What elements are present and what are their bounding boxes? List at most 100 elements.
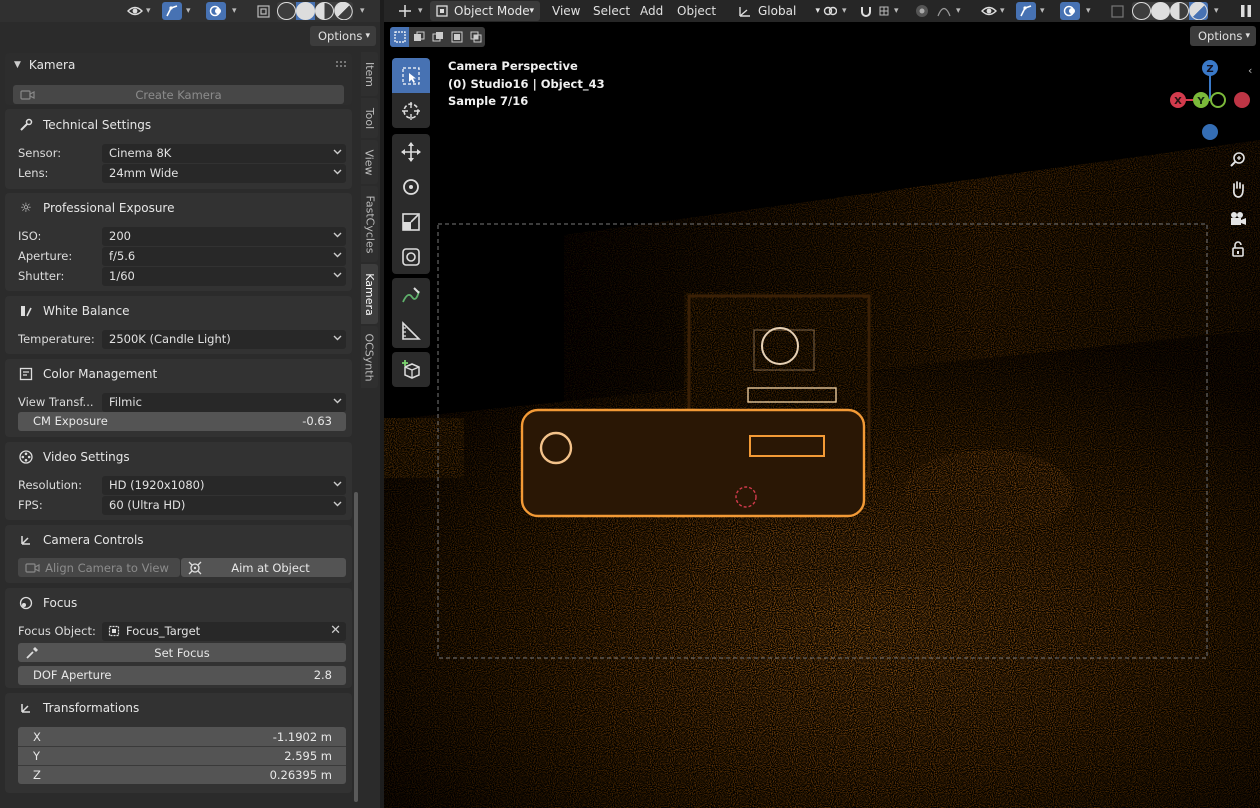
gizmo-neg-x-ball[interactable] bbox=[1234, 92, 1250, 108]
falloff-curve-icon[interactable] bbox=[934, 2, 954, 20]
orientation-dropdown[interactable]: Global ▾ bbox=[734, 1, 822, 21]
professional-exposure-header[interactable]: ☼ Professional Exposure bbox=[5, 196, 352, 220]
chevron-down-icon[interactable]: ▾ bbox=[956, 2, 966, 20]
measure-tool-icon[interactable] bbox=[392, 313, 430, 348]
location-x-field[interactable]: X -1.1902 m bbox=[18, 727, 346, 746]
camera-controls-header[interactable]: Camera Controls bbox=[5, 528, 352, 552]
menu-select[interactable]: Select bbox=[593, 2, 630, 20]
sensor-dropdown[interactable]: Cinema 8K bbox=[102, 143, 346, 163]
transformations-header[interactable]: Transformations bbox=[5, 696, 352, 720]
chevron-down-icon[interactable]: ▾ bbox=[1214, 2, 1224, 20]
overlays-icon[interactable] bbox=[1060, 2, 1080, 20]
solid-shading-icon[interactable] bbox=[296, 2, 315, 20]
pivot-point-icon[interactable] bbox=[820, 2, 840, 20]
select-box-tool-icon[interactable] bbox=[392, 58, 430, 93]
resolution-dropdown[interactable]: HD (1920x1080) bbox=[102, 475, 346, 495]
transform-tool-icon[interactable] bbox=[394, 2, 416, 20]
add-cube-tool-icon[interactable] bbox=[392, 352, 430, 387]
mode-dropdown[interactable]: Object Mode ▾ bbox=[430, 1, 540, 21]
sidebar-toggle-chevron-icon[interactable]: ‹ bbox=[1248, 64, 1258, 78]
shutter-dropdown[interactable]: 1/60 bbox=[102, 266, 346, 286]
focus-object-field[interactable]: Focus_Target ✕ bbox=[102, 621, 346, 641]
cursor-tool-icon[interactable] bbox=[392, 93, 430, 128]
sidebar-scrollbar[interactable] bbox=[354, 492, 358, 802]
aperture-dropdown[interactable]: f/5.6 bbox=[102, 246, 346, 266]
lock-icon[interactable] bbox=[1226, 234, 1250, 264]
visibility-icon[interactable] bbox=[980, 2, 998, 20]
navigation-gizmo[interactable]: Z X Y bbox=[1168, 58, 1254, 144]
location-z-field[interactable]: Z 0.26395 m bbox=[18, 765, 346, 784]
gizmo-toggle-icon[interactable] bbox=[162, 2, 182, 20]
material-shading-icon[interactable] bbox=[315, 2, 334, 20]
overlays-icon[interactable] bbox=[206, 2, 226, 20]
chevron-down-icon[interactable]: ▾ bbox=[360, 2, 370, 20]
lens-dropdown[interactable]: 24mm Wide bbox=[102, 163, 346, 183]
chevron-down-icon[interactable]: ▾ bbox=[186, 2, 196, 20]
select-invert-icon[interactable] bbox=[447, 27, 466, 47]
tab-tool[interactable]: Tool bbox=[361, 98, 378, 138]
annotate-tool-icon[interactable] bbox=[392, 278, 430, 313]
drag-handle-icon[interactable] bbox=[336, 61, 346, 67]
rendered-shading-icon[interactable] bbox=[1185, 2, 1208, 20]
aim-at-object-button[interactable]: Aim at Object bbox=[181, 558, 346, 577]
clear-icon[interactable]: ✕ bbox=[330, 623, 341, 638]
tab-view[interactable]: View bbox=[361, 140, 378, 184]
proportional-editing-icon[interactable] bbox=[912, 2, 932, 20]
cm-exposure-slider[interactable]: CM Exposure -0.63 bbox=[18, 411, 346, 431]
chevron-down-icon[interactable]: ▾ bbox=[1000, 2, 1010, 20]
gizmo-toggle-icon[interactable] bbox=[1016, 2, 1036, 20]
tab-fastcycles[interactable]: FastCycles bbox=[361, 186, 378, 262]
chevron-down-icon[interactable]: ▾ bbox=[1086, 2, 1096, 20]
tab-item[interactable]: Item bbox=[361, 52, 378, 96]
gizmo-neg-y-ball[interactable] bbox=[1210, 92, 1226, 108]
snap-icon[interactable] bbox=[856, 2, 876, 20]
options-dropdown[interactable]: Options ▾ bbox=[1190, 26, 1256, 46]
select-new-icon[interactable] bbox=[390, 27, 409, 47]
chevron-down-icon[interactable]: ▾ bbox=[1040, 2, 1050, 20]
menu-view[interactable]: View bbox=[552, 2, 580, 20]
create-kamera-button[interactable]: Create Kamera bbox=[13, 85, 344, 104]
scale-tool-icon[interactable] bbox=[392, 204, 430, 239]
gizmo-neg-z-ball[interactable] bbox=[1202, 124, 1218, 140]
zoom-icon[interactable] bbox=[1226, 144, 1250, 174]
pause-render-icon[interactable] bbox=[1236, 2, 1256, 20]
options-dropdown[interactable]: Options ▾ bbox=[310, 26, 376, 46]
snap-target-icon[interactable] bbox=[876, 2, 892, 20]
chevron-down-icon[interactable]: ▾ bbox=[232, 2, 242, 20]
video-settings-header[interactable]: Video Settings bbox=[5, 445, 352, 469]
view-transform-dropdown[interactable]: Filmic bbox=[102, 392, 346, 412]
color-management-header[interactable]: Color Management bbox=[5, 362, 352, 386]
select-subtract-icon[interactable] bbox=[428, 27, 447, 47]
transform-tool-icon[interactable] bbox=[392, 239, 430, 274]
focus-header[interactable]: Focus bbox=[5, 591, 352, 615]
3d-viewport[interactable]: ▾ Object Mode ▾ View Select Add Object G… bbox=[384, 0, 1260, 808]
set-focus-button[interactable]: Set Focus bbox=[18, 643, 346, 662]
chevron-down-icon[interactable]: ▾ bbox=[894, 2, 904, 20]
rotate-tool-icon[interactable] bbox=[392, 169, 430, 204]
kamera-panel-header[interactable]: ▼ Kamera bbox=[5, 53, 352, 77]
xray-icon[interactable] bbox=[1108, 2, 1126, 20]
align-camera-to-view-button[interactable]: Align Camera to View bbox=[18, 558, 180, 577]
chevron-down-icon[interactable]: ▾ bbox=[418, 2, 428, 20]
temperature-dropdown[interactable]: 2500K (Candle Light) bbox=[102, 329, 346, 349]
move-tool-icon[interactable] bbox=[392, 134, 430, 169]
collapse-arrow-icon[interactable]: ▼ bbox=[14, 60, 21, 70]
wireframe-shading-icon[interactable] bbox=[1132, 2, 1151, 20]
solid-shading-icon[interactable] bbox=[1151, 2, 1170, 20]
wireframe-shading-icon[interactable] bbox=[277, 2, 296, 20]
xray-icon[interactable] bbox=[254, 2, 272, 20]
fps-dropdown[interactable]: 60 (Ultra HD) bbox=[102, 495, 346, 515]
tab-kamera[interactable]: Kamera bbox=[361, 264, 378, 324]
location-y-field[interactable]: Y 2.595 m bbox=[18, 746, 346, 765]
rendered-shading-icon[interactable] bbox=[330, 2, 353, 20]
chevron-down-icon[interactable]: ▾ bbox=[146, 2, 156, 20]
menu-add[interactable]: Add bbox=[640, 2, 663, 20]
white-balance-header[interactable]: White Balance bbox=[5, 299, 352, 323]
technical-settings-header[interactable]: Technical Settings bbox=[5, 113, 352, 137]
visibility-icon[interactable] bbox=[126, 2, 144, 20]
menu-object[interactable]: Object bbox=[677, 2, 716, 20]
pan-hand-icon[interactable] bbox=[1226, 174, 1250, 204]
camera-view-icon[interactable] bbox=[1226, 204, 1250, 234]
chevron-down-icon[interactable]: ▾ bbox=[842, 2, 852, 20]
iso-dropdown[interactable]: 200 bbox=[102, 226, 346, 246]
